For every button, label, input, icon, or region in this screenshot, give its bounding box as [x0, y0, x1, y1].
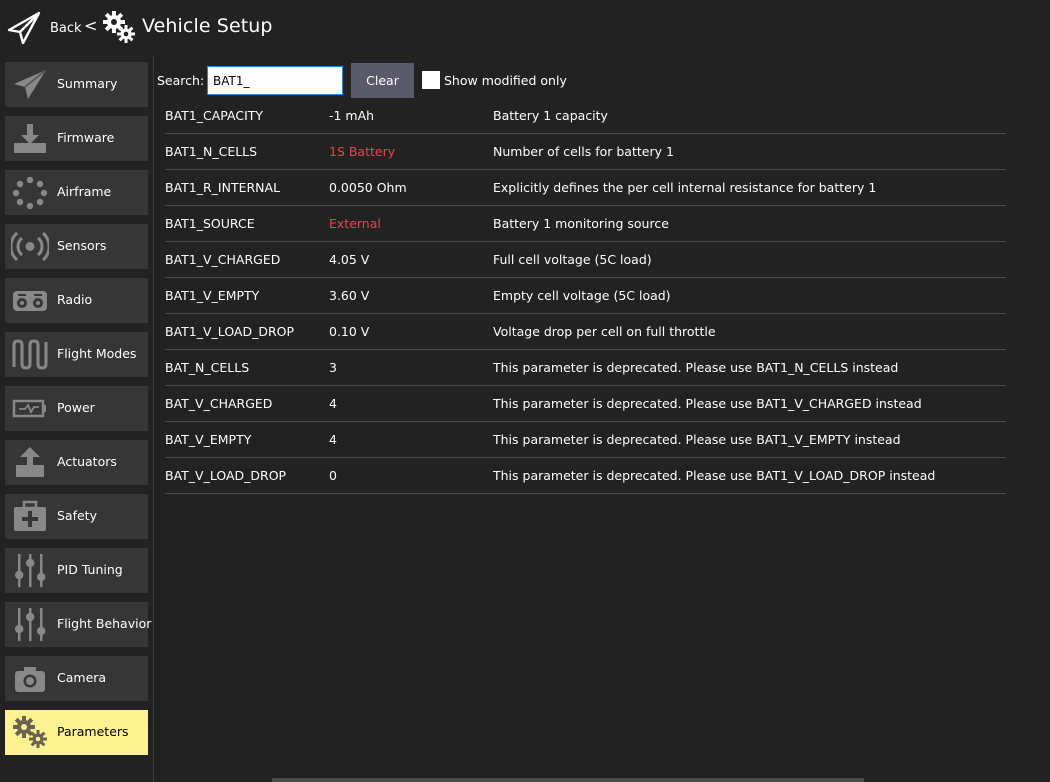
param-value: -1 mAh: [329, 108, 375, 123]
sidebar-item-label: Summary: [57, 76, 118, 91]
param-name: BAT_V_LOAD_DROP: [165, 468, 287, 483]
transmitter-icon: [13, 291, 47, 311]
sidebar-item-airframe[interactable]: Airframe: [5, 170, 148, 215]
sidebar-item-label: Flight Behavior: [57, 616, 152, 631]
gears-icon: [13, 716, 47, 748]
param-value: 0.10 V: [329, 324, 370, 339]
sidebar-item-summary[interactable]: Summary: [5, 62, 148, 107]
param-name: BAT1_V_EMPTY: [165, 288, 260, 303]
page-title: Vehicle Setup: [142, 15, 273, 37]
parameter-table: BAT1_CAPACITY -1 mAh Battery 1 capacity …: [165, 98, 1006, 494]
sidebar-item-label: Camera: [57, 670, 107, 685]
param-description: Battery 1 monitoring source: [493, 216, 669, 231]
param-name: BAT1_V_LOAD_DROP: [165, 324, 295, 339]
param-value: 0: [329, 468, 337, 483]
sliders-icon: [15, 608, 46, 641]
table-row[interactable]: BAT1_V_CHARGED 4.05 V Full cell voltage …: [165, 242, 1006, 278]
table-row[interactable]: BAT1_R_INTERNAL 0.0050 Ohm Explicitly de…: [165, 170, 1006, 206]
param-description: Voltage drop per cell on full throttle: [493, 324, 716, 339]
param-description: Number of cells for battery 1: [493, 144, 674, 159]
header: Back < Vehicle Setup: [0, 0, 1050, 56]
sidebar-item-label: Parameters: [57, 724, 129, 739]
clear-button[interactable]: Clear: [351, 63, 414, 98]
download-icon: [14, 124, 46, 153]
param-name: BAT1_CAPACITY: [165, 108, 264, 123]
sidebar: Summary Firmware Airframe Sensors Radio …: [0, 56, 154, 782]
param-description: This parameter is deprecated. Please use…: [493, 432, 901, 447]
sidebar-item-power[interactable]: Power: [5, 386, 148, 431]
param-description: This parameter is deprecated. Please use…: [493, 360, 899, 375]
param-name: BAT_V_CHARGED: [165, 396, 273, 411]
sidebar-item-label: Safety: [57, 508, 97, 523]
table-row[interactable]: BAT1_V_LOAD_DROP 0.10 V Voltage drop per…: [165, 314, 1006, 350]
sidebar-item-label: Radio: [57, 292, 93, 307]
search-input[interactable]: [207, 66, 343, 95]
table-row[interactable]: BAT_V_EMPTY 4 This parameter is deprecat…: [165, 422, 1006, 458]
table-row[interactable]: BAT1_SOURCE External Battery 1 monitorin…: [165, 206, 1006, 242]
camera-icon: [15, 667, 45, 692]
param-value: External: [329, 216, 381, 231]
param-value: 1S Battery: [329, 144, 396, 159]
dots-circle-icon: [12, 176, 48, 210]
param-description: This parameter is deprecated. Please use…: [493, 396, 922, 411]
sidebar-item-label: Sensors: [57, 238, 107, 253]
sidebar-item-flight-modes[interactable]: Flight Modes: [5, 332, 148, 377]
show-modified-checkbox[interactable]: [422, 71, 440, 89]
paper-plane-icon: [7, 11, 41, 45]
param-description: Explicitly defines the per cell internal…: [493, 180, 877, 195]
param-description: Empty cell voltage (5C load): [493, 288, 671, 303]
sidebar-item-label: Airframe: [57, 184, 112, 199]
scroll-indicator[interactable]: [272, 778, 864, 782]
sidebar-item-label: Flight Modes: [57, 346, 137, 361]
paper-plane-icon: [14, 69, 47, 99]
back-button[interactable]: Back: [6, 8, 82, 48]
table-row[interactable]: BAT_N_CELLS 3 This parameter is deprecat…: [165, 350, 1006, 386]
app-window: Back < Vehicle Setup Summary Firmware Ai…: [0, 0, 1050, 782]
param-value: 3.60 V: [329, 288, 370, 303]
sidebar-item-label: PID Tuning: [57, 562, 123, 577]
sidebar-item-safety[interactable]: Safety: [5, 494, 148, 539]
sidebar-item-parameters[interactable]: Parameters: [5, 710, 148, 755]
sidebar-item-label: Actuators: [57, 454, 117, 469]
medkit-icon: [14, 500, 46, 531]
sidebar-item-label: Power: [57, 400, 95, 415]
battery-icon: [12, 399, 46, 418]
param-name: BAT_N_CELLS: [165, 360, 250, 375]
sidebar-item-actuators[interactable]: Actuators: [5, 440, 148, 485]
param-value: 4: [329, 432, 337, 447]
sidebar-item-camera[interactable]: Camera: [5, 656, 148, 701]
param-value: 4: [329, 396, 337, 411]
table-row[interactable]: BAT_V_LOAD_DROP 0 This parameter is depr…: [165, 458, 1006, 494]
sidebar-item-flight-behavior[interactable]: Flight Behavior: [5, 602, 152, 647]
table-row[interactable]: BAT1_N_CELLS 1S Battery Number of cells …: [165, 134, 1006, 170]
show-modified-label: Show modified only: [444, 73, 567, 88]
param-value: 3: [329, 360, 337, 375]
table-row[interactable]: BAT_V_CHARGED 4 This parameter is deprec…: [165, 386, 1006, 422]
param-name: BAT1_N_CELLS: [165, 144, 258, 159]
param-name: BAT_V_EMPTY: [165, 432, 252, 447]
breadcrumb-separator: <: [84, 16, 98, 35]
upload-box-icon: [16, 447, 44, 477]
param-name: BAT1_R_INTERNAL: [165, 180, 281, 195]
table-row[interactable]: BAT1_V_EMPTY 3.60 V Empty cell voltage (…: [165, 278, 1006, 314]
sidebar-item-sensors[interactable]: Sensors: [5, 224, 148, 269]
back-label: Back: [50, 20, 82, 36]
param-description: Battery 1 capacity: [493, 108, 608, 123]
param-name: BAT1_V_CHARGED: [165, 252, 281, 267]
wave-icon: [12, 339, 48, 370]
sidebar-item-pid-tuning[interactable]: PID Tuning: [5, 548, 148, 593]
sidebar-item-firmware[interactable]: Firmware: [5, 116, 148, 161]
param-description: This parameter is deprecated. Please use…: [493, 468, 936, 483]
gears-icon: [103, 11, 135, 43]
sidebar-item-label: Firmware: [57, 130, 115, 145]
param-value: 4.05 V: [329, 252, 370, 267]
radio-waves-icon: [11, 231, 49, 262]
param-name: BAT1_SOURCE: [165, 216, 255, 231]
table-row[interactable]: BAT1_CAPACITY -1 mAh Battery 1 capacity: [165, 98, 1006, 134]
param-description: Full cell voltage (5C load): [493, 252, 652, 267]
search-label: Search:: [157, 73, 205, 88]
sidebar-item-radio[interactable]: Radio: [5, 278, 148, 323]
param-value: 0.0050 Ohm: [329, 180, 407, 195]
sliders-icon: [15, 554, 46, 587]
